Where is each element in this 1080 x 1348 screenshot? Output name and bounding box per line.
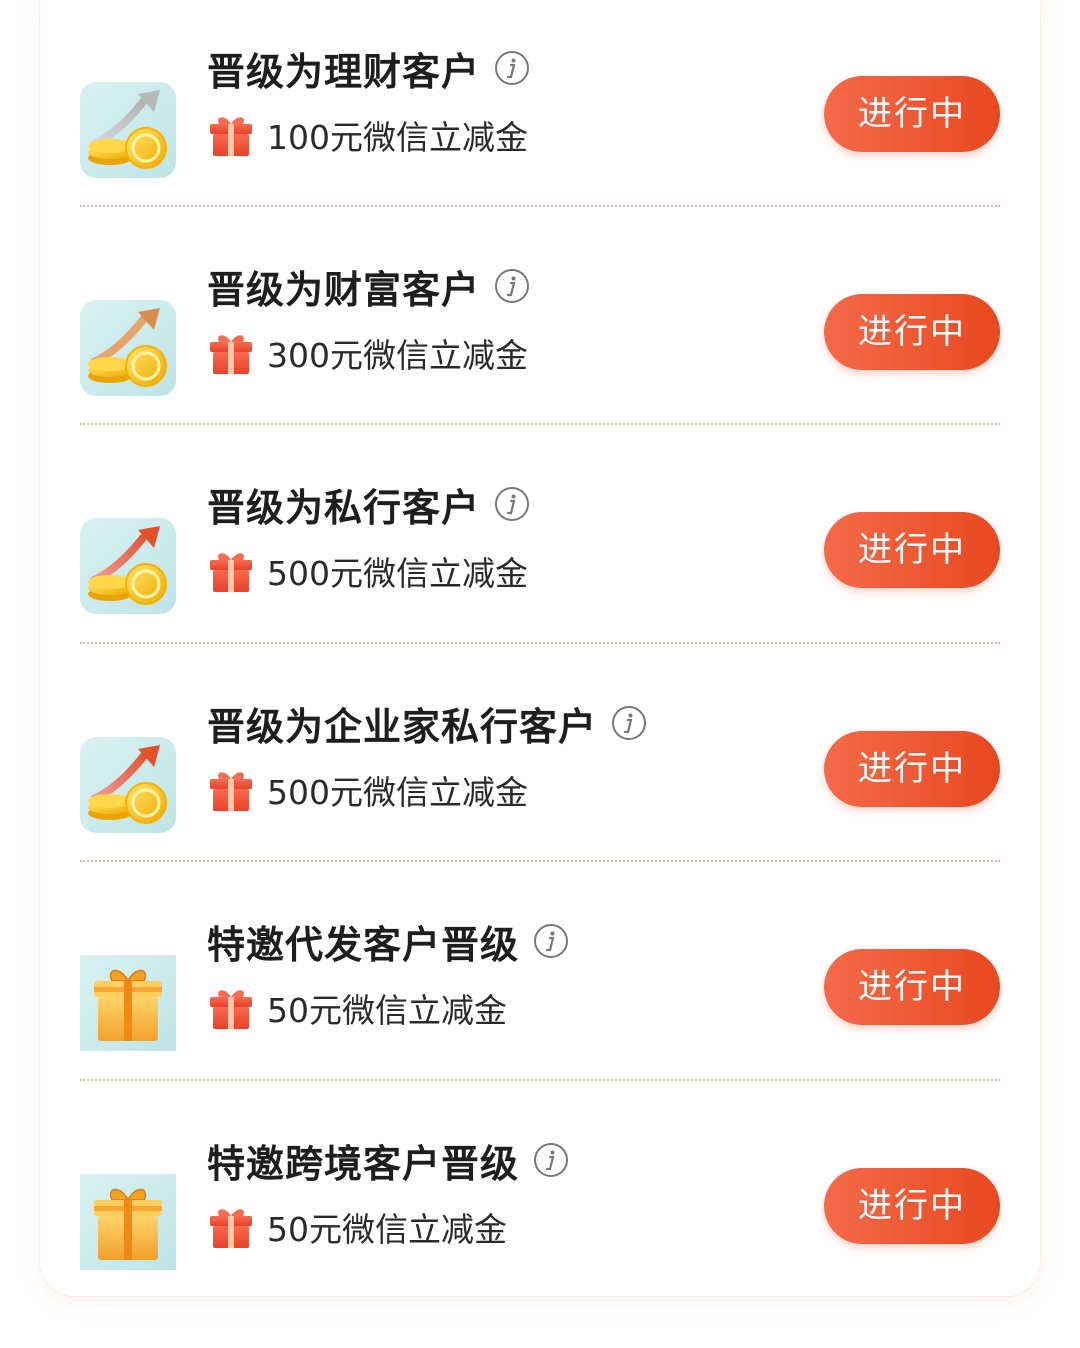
gift-icon — [210, 772, 252, 811]
divider — [80, 860, 1000, 862]
gift-icon — [210, 335, 252, 374]
task-item-cross-border-client: 特邀跨境客户晋级 50元微信立减金 进行中 — [80, 1130, 1000, 1348]
task-title: 晋级为私行客户 — [207, 485, 481, 530]
status-button[interactable]: 进行中 — [824, 512, 1000, 588]
info-icon[interactable] — [494, 50, 530, 86]
task-item-private-banking: 晋级为私行客户 500元微信立减金 进行中 — [80, 474, 1000, 692]
status-button[interactable]: 进行中 — [824, 731, 1000, 807]
divider — [80, 1079, 1000, 1081]
task-item-wealth: 晋级为财富客户 300元微信立减金 进行中 — [80, 256, 1000, 474]
coins-arrow-icon — [80, 82, 176, 178]
info-icon[interactable] — [533, 923, 569, 959]
coins-arrow-icon — [80, 518, 176, 614]
task-item-payroll-client: 特邀代发客户晋级 50元微信立减金 进行中 — [80, 911, 1000, 1129]
coins-arrow-icon — [80, 737, 176, 833]
status-button[interactable]: 进行中 — [824, 949, 1000, 1025]
info-icon[interactable] — [494, 268, 530, 304]
gift-icon — [210, 553, 252, 592]
gift-box-icon — [80, 955, 176, 1051]
task-title: 特邀代发客户晋级 — [207, 922, 520, 967]
info-icon[interactable] — [611, 705, 647, 741]
reward-text: 50元微信立减金 — [267, 991, 507, 1030]
divider — [80, 205, 1000, 207]
status-button[interactable]: 进行中 — [824, 1168, 1000, 1244]
gift-icon — [210, 990, 252, 1029]
status-button[interactable]: 进行中 — [824, 76, 1000, 152]
task-title: 晋级为财富客户 — [207, 267, 481, 312]
task-title: 特邀跨境客户晋级 — [207, 1141, 520, 1186]
reward-text: 300元微信立减金 — [267, 336, 528, 375]
reward-text: 500元微信立减金 — [267, 773, 528, 812]
task-item-entrepreneur-private-banking: 晋级为企业家私行客户 500元微信立减金 进行中 — [80, 693, 1000, 911]
reward-text: 50元微信立减金 — [267, 1210, 507, 1249]
coins-arrow-icon — [80, 300, 176, 396]
reward-text: 100元微信立减金 — [267, 118, 528, 157]
status-button[interactable]: 进行中 — [824, 294, 1000, 370]
divider — [80, 423, 1000, 425]
gift-box-icon — [80, 1174, 176, 1270]
info-icon[interactable] — [533, 1142, 569, 1178]
gift-icon — [210, 1209, 252, 1248]
info-icon[interactable] — [494, 486, 530, 522]
reward-text: 500元微信立减金 — [267, 554, 528, 593]
task-title: 晋级为理财客户 — [207, 49, 481, 94]
task-item-wealth-management: 晋级为理财客户 100元微信立减金 进行中 — [80, 38, 1000, 256]
gift-icon — [210, 117, 252, 156]
divider — [80, 642, 1000, 644]
task-title: 晋级为企业家私行客户 — [207, 704, 598, 749]
